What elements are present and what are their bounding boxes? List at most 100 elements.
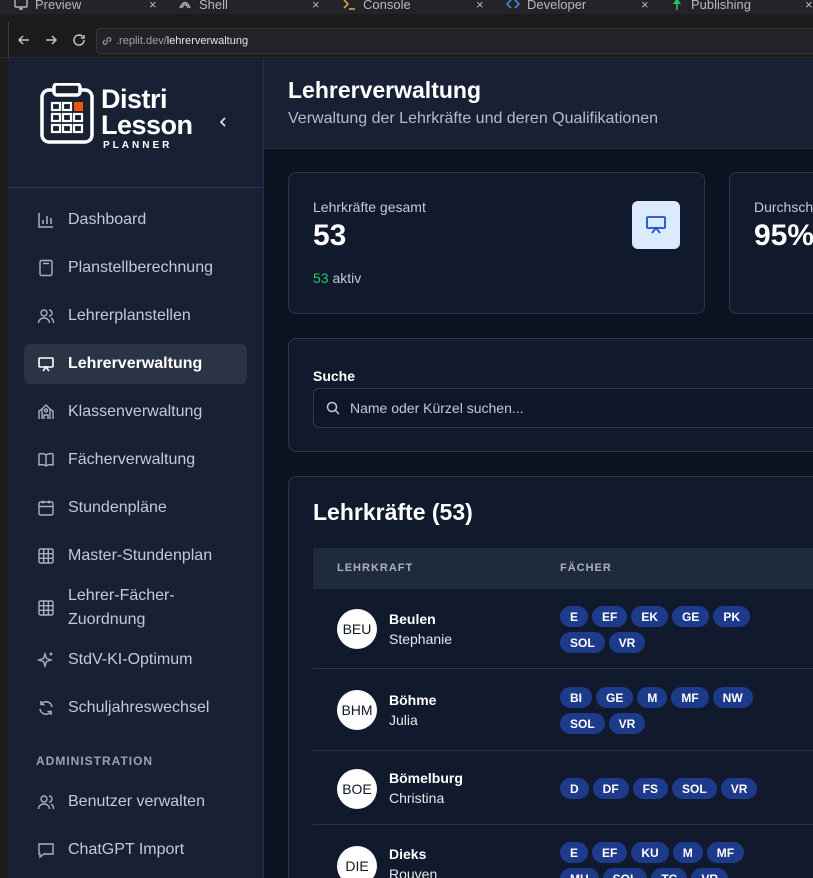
subject-badge: NW: [712, 687, 753, 708]
grid-icon: [36, 598, 56, 618]
url-field[interactable]: .replit.dev/lehrerverwaltung: [96, 28, 813, 54]
sidebar-item-label: Schuljahreswechsel: [68, 699, 210, 716]
tab-developer[interactable]: Developer: [506, 0, 586, 13]
url-prefix: .replit.dev/: [116, 35, 167, 47]
close-icon[interactable]: ×: [149, 0, 157, 13]
sidebar-item-label: Stundenpläne: [68, 499, 167, 516]
tab-label: Shell: [199, 0, 228, 12]
back-arrow-icon[interactable]: [16, 32, 32, 48]
subject-badge: MF: [706, 842, 745, 863]
subject-badge: DF: [592, 778, 629, 799]
close-icon[interactable]: ×: [476, 0, 484, 13]
close-icon[interactable]: ×: [312, 0, 320, 13]
sidebar-item-label: Dashboard: [68, 211, 147, 228]
sidebar-item-stundenplaene[interactable]: Stundenpläne: [24, 488, 247, 528]
book-icon: [36, 450, 56, 470]
subject-badge: SOL: [602, 868, 648, 878]
sidebar-item-master-stundenplan[interactable]: Master-Stundenplan: [24, 536, 247, 576]
search-box: [313, 388, 813, 428]
code-icon: [506, 0, 520, 11]
tab-shell[interactable]: Shell: [178, 0, 228, 13]
forward-arrow-icon[interactable]: [43, 32, 59, 48]
users-icon: [36, 792, 56, 812]
users-icon: [36, 306, 56, 326]
terminal-icon: [342, 0, 356, 11]
sidebar-item-benutzer-verwalten[interactable]: Benutzer verwalten: [24, 782, 247, 822]
message-icon: [36, 840, 56, 860]
column-header-teacher: LEHRKRAFT: [337, 562, 414, 574]
subject-badge: EK: [631, 606, 669, 627]
tab-label: Console: [363, 0, 411, 12]
address-bar: .replit.dev/lehrerverwaltung: [0, 22, 813, 58]
teachers-list-title: Lehrkräfte (53): [313, 499, 473, 525]
subject-badge: M: [637, 687, 668, 708]
subject-badge: SOL: [672, 778, 717, 799]
admin-section-heading: ADMINISTRATION: [36, 754, 154, 768]
link-icon: [101, 35, 113, 47]
subject-badge: E: [560, 606, 589, 627]
brand-line-1: Distri: [101, 84, 168, 114]
sidebar-item-schuljahreswechsel[interactable]: Schuljahreswechsel: [24, 688, 247, 728]
brand-tagline: PLANNER: [103, 140, 173, 151]
sidebar-item-label: ChatGPT Import: [68, 841, 185, 858]
sidebar-item-chatgpt-import[interactable]: ChatGPT Import: [24, 830, 247, 870]
search-input[interactable]: [350, 400, 750, 416]
subject-badge: KU: [631, 842, 669, 863]
teacher-first-name: Christina: [389, 790, 445, 806]
url-path: lehrerverwaltung: [166, 35, 249, 47]
collapse-sidebar-chevron-icon[interactable]: [213, 112, 233, 132]
tab-label: Preview: [35, 0, 82, 12]
page-header: Lehrerverwaltung Verwaltung der Lehrkräf…: [264, 59, 813, 149]
tab-preview[interactable]: Preview: [14, 0, 81, 13]
search-card: Suche: [288, 338, 813, 452]
sidebar-item-klassenverwaltung[interactable]: Klassenverwaltung: [24, 392, 247, 432]
app-root: Distri Lesson PLANNER Dashboard Planstel…: [8, 59, 813, 878]
table-row[interactable]: BEU Beulen Stephanie E EF EK GE PK SOL V…: [313, 589, 813, 669]
subject-badges: E EF KU M MF MU SOL TC VR: [560, 842, 775, 878]
sidebar-nav: Dashboard Planstellberechnung Lehrerplan…: [24, 200, 247, 878]
presentation-icon: [632, 201, 680, 249]
subject-badge: PK: [713, 606, 751, 627]
column-header-subjects: FÄCHER: [560, 562, 612, 574]
brand-line-2: Lesson: [101, 110, 193, 140]
tab-publishing[interactable]: Publishing: [670, 0, 751, 13]
browser-tab-strip: Preview × Shell × Console × Developer × …: [0, 0, 813, 14]
tab-console[interactable]: Console: [342, 0, 411, 13]
monitor-icon: [14, 0, 28, 11]
sidebar-item-planstellberechnung[interactable]: Planstellberechnung: [24, 248, 247, 288]
teacher-last-name: Dieks: [389, 846, 427, 862]
sidebar-item-stdv-ki-optimum[interactable]: StdV-KI-Optimum: [24, 640, 247, 680]
subject-badge: GE: [672, 606, 710, 627]
subject-badge: VR: [720, 778, 758, 799]
tab-label: Developer: [527, 0, 587, 12]
sidebar-item-lehrer-faecher-zuordnung[interactable]: Lehrer-Fächer-Zuordnung: [24, 584, 247, 632]
stat-card-average: Durchsch 95%: [729, 172, 813, 314]
active-label: aktiv: [328, 270, 362, 286]
reload-icon[interactable]: [71, 32, 87, 48]
stat-card-total-teachers: Lehrkräfte gesamt 53 53 aktiv: [288, 172, 705, 314]
avatar: DIE: [337, 846, 377, 878]
sidebar-item-dashboard[interactable]: Dashboard: [24, 200, 247, 240]
stat-active-count: 53 aktiv: [313, 270, 361, 286]
teacher-name: Bömelburg Christina: [389, 768, 463, 808]
sidebar-item-label: Lehrerverwaltung: [68, 355, 203, 372]
subject-badge: GE: [596, 687, 634, 708]
avatar: BHM: [337, 690, 377, 730]
table-row[interactable]: DIE Dieks Rouven E EF KU M MF MU SOL TC …: [313, 826, 813, 878]
app-logo-icon: [40, 82, 100, 145]
table-row[interactable]: BOE Bömelburg Christina D DF FS SOL VR: [313, 752, 813, 825]
subject-badge: M: [672, 842, 703, 863]
page-title: Lehrerverwaltung: [288, 77, 481, 103]
presentation-icon: [36, 354, 56, 374]
close-icon[interactable]: ×: [805, 0, 813, 13]
grid-icon: [36, 546, 56, 566]
sidebar-item-label: Fächerverwaltung: [68, 451, 196, 468]
sidebar-item-faecherverwaltung[interactable]: Fächerverwaltung: [24, 440, 247, 480]
refresh-icon: [36, 698, 56, 718]
table-row[interactable]: BHM Böhme Julia BI GE M MF NW SOL VR: [313, 670, 813, 751]
subject-badge: E: [560, 842, 589, 863]
close-icon[interactable]: ×: [641, 0, 649, 13]
sidebar-item-lehrerplanstellen[interactable]: Lehrerplanstellen: [24, 296, 247, 336]
sidebar-item-lehrerverwaltung[interactable]: Lehrerverwaltung: [24, 344, 247, 384]
bar-chart-icon: [36, 210, 56, 230]
